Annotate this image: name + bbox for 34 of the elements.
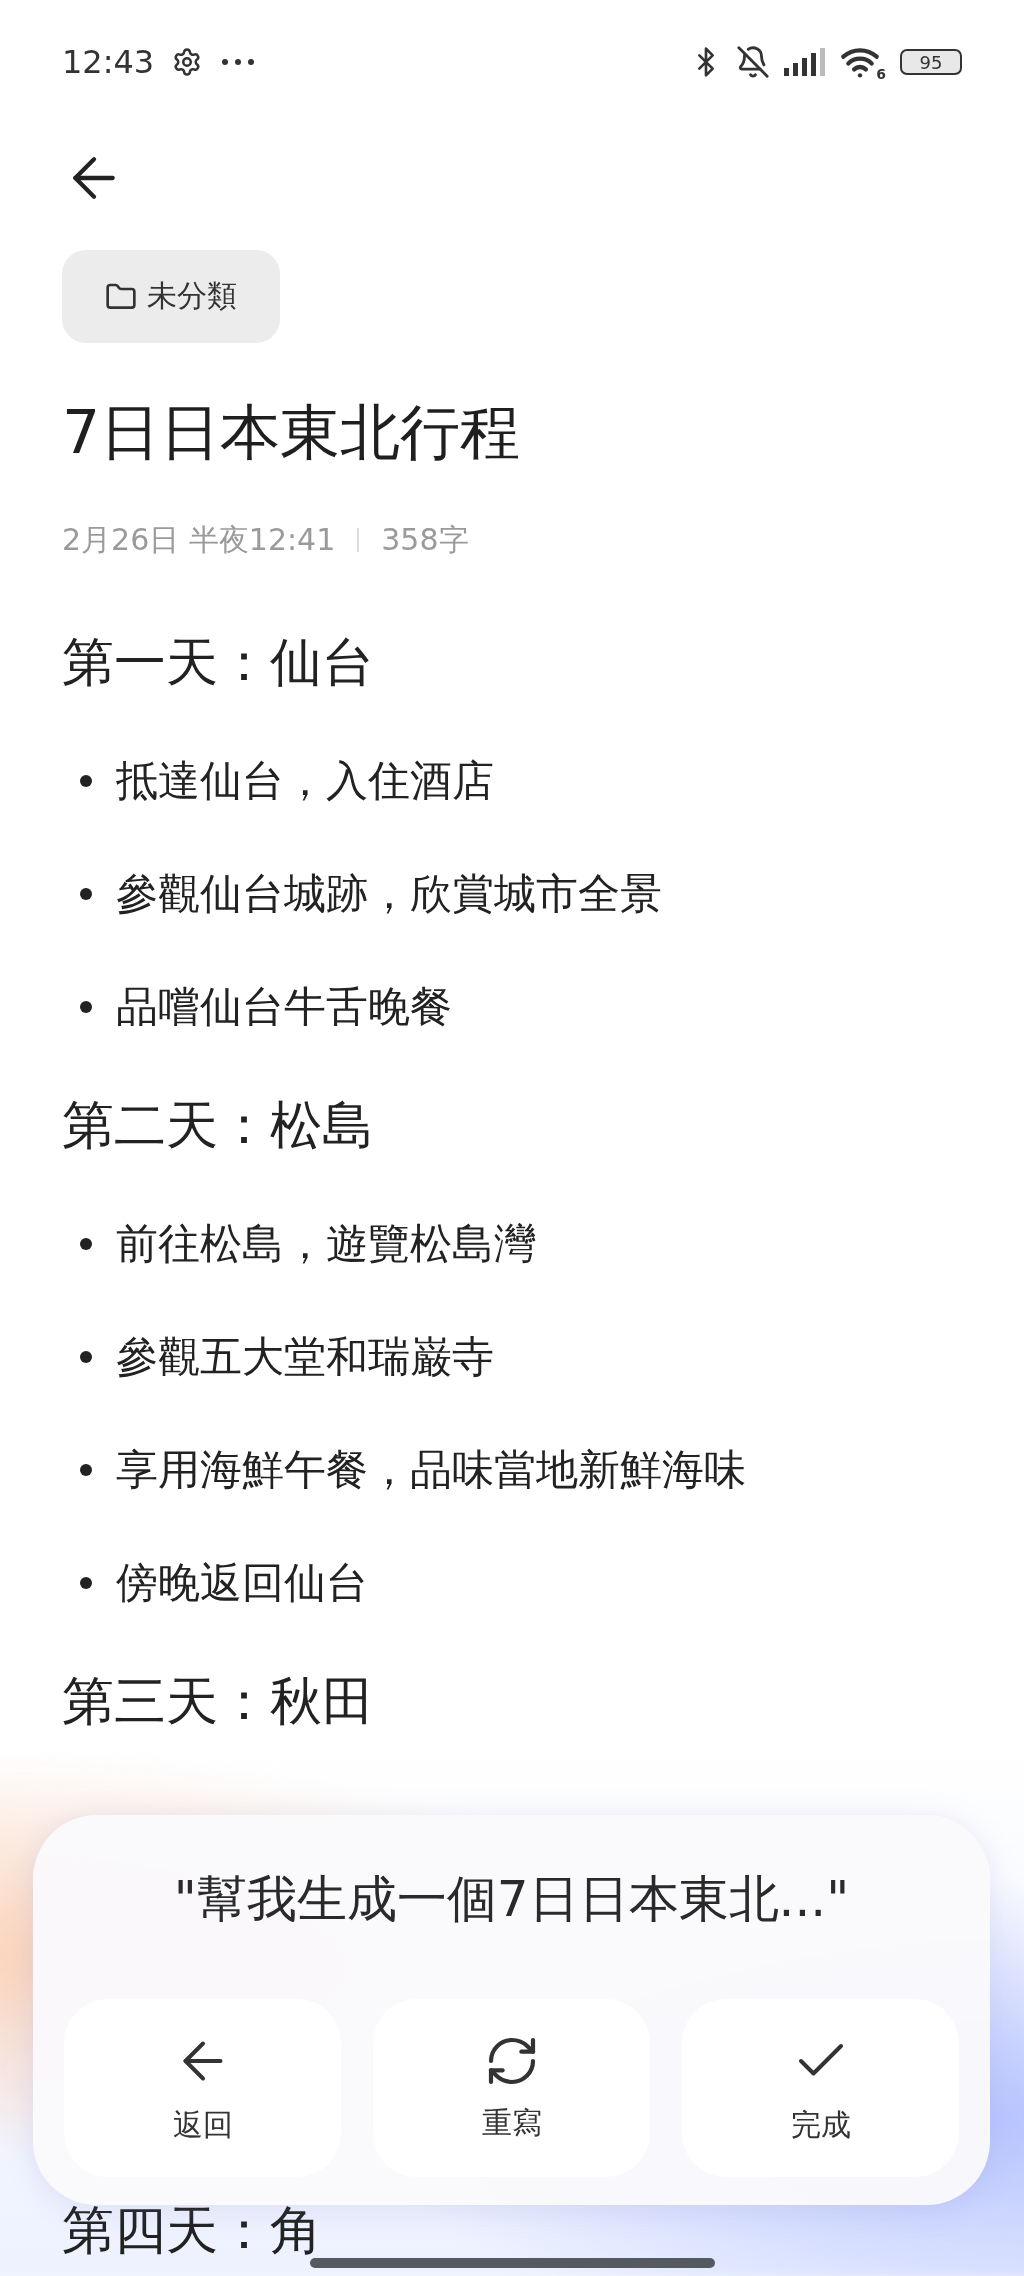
day-heading: 第二天：松島 [62, 1094, 374, 1157]
wifi-number-label: 6 [876, 66, 886, 82]
settings-icon [172, 47, 203, 77]
bullet-dot [80, 1000, 92, 1013]
itinerary-item: 前往松島，遊覽松島灣 [116, 1217, 536, 1270]
bullet-dot [80, 1463, 92, 1476]
day-heading: 第三天：秋田 [62, 1670, 374, 1733]
bullet-dot [80, 774, 92, 787]
muted-bell-icon [736, 45, 771, 79]
day-heading: 第一天：仙台 [62, 631, 374, 694]
back-button[interactable]: 返回 [64, 1999, 341, 2177]
itinerary-item: 參觀五大堂和瑞巌寺 [116, 1330, 494, 1383]
more-dots-icon [220, 57, 257, 67]
word-count: 358字 [381, 521, 469, 559]
bullet-dot [80, 887, 92, 900]
note-date: 2月26日 半夜12:41 [62, 521, 336, 559]
rewrite-button[interactable]: 重寫 [373, 1999, 650, 2177]
status-time: 12:43 [62, 43, 155, 81]
day-heading: 第四天：角 [62, 2199, 322, 2262]
bullet-dot [80, 1576, 92, 1589]
itinerary-item: 參觀仙台城跡，欣賞城市全景 [116, 867, 662, 920]
itinerary-item: 品嚐仙台牛舌晚餐 [116, 980, 452, 1033]
done-button[interactable]: 完成 [682, 1999, 959, 2177]
category-chip[interactable]: 未分類 [62, 250, 280, 343]
bullet-dot [80, 1237, 92, 1250]
battery-indicator: 95 [900, 49, 962, 75]
category-label: 未分類 [147, 277, 237, 315]
prompt-text: "幫我生成一個7日日本東北..." [173, 1869, 850, 1930]
signal-icon [784, 48, 827, 76]
bullet-dot [80, 1350, 92, 1363]
note-title: 7日日本東北行程 [62, 396, 522, 469]
itinerary-item: 傍晚返回仙台 [116, 1556, 368, 1609]
itinerary-item: 抵達仙台，入住酒店 [116, 754, 494, 807]
itinerary-item: 享用海鮮午餐，品味當地新鮮海味 [116, 1443, 746, 1496]
